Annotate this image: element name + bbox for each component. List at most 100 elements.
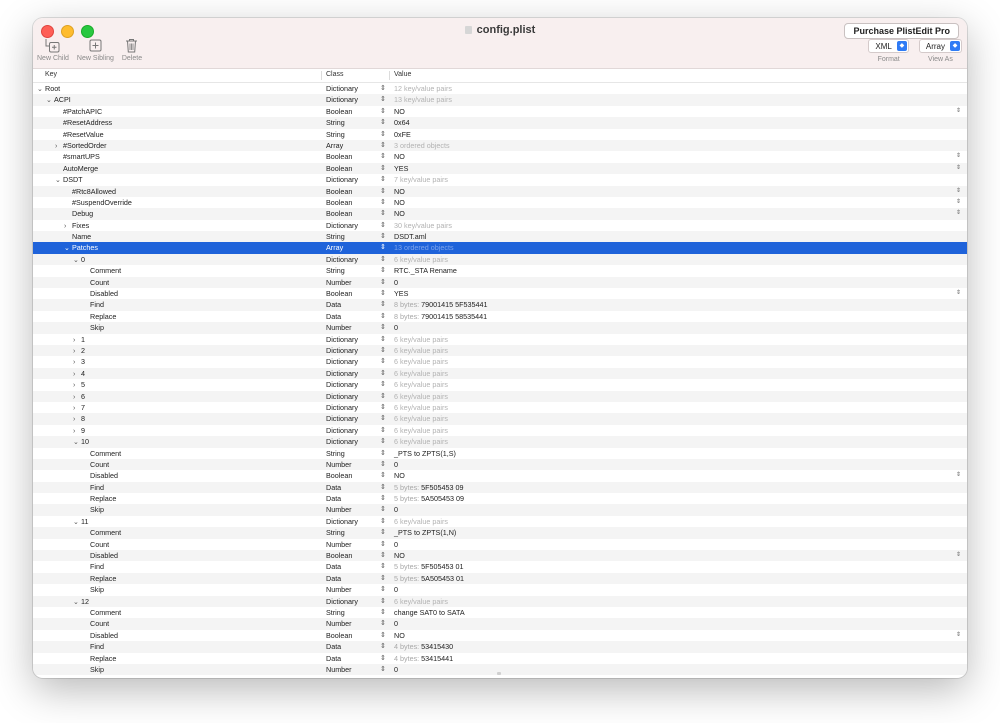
boolean-popup-icon[interactable]: ⇕ <box>956 288 961 299</box>
class-stepper-icon[interactable]: ⇕ <box>380 618 386 629</box>
row-key[interactable]: Disabled <box>82 470 118 481</box>
row-key[interactable]: Skip <box>82 504 104 515</box>
class-stepper-icon[interactable]: ⇕ <box>380 596 386 607</box>
outline-row[interactable]: #ResetAddress String ⇕ 0x64 <box>33 117 967 129</box>
class-stepper-icon[interactable]: ⇕ <box>380 322 386 333</box>
row-key[interactable]: Comment <box>82 448 121 459</box>
row-class[interactable]: Number <box>326 664 352 675</box>
class-stepper-icon[interactable]: ⇕ <box>380 413 386 424</box>
outline-row[interactable]: › 7 Dictionary ⇕ 6 key/value pairs <box>33 402 967 413</box>
boolean-popup-icon[interactable]: ⇕ <box>956 163 961 174</box>
row-key[interactable]: Skip <box>82 664 104 675</box>
row-class[interactable]: Dictionary <box>326 596 358 607</box>
outline-row[interactable]: Replace Data ⇕ 5 bytes: 5A505453 01 <box>33 572 967 585</box>
class-stepper-icon[interactable]: ⇕ <box>380 630 386 641</box>
boolean-popup-icon[interactable]: ⇕ <box>956 550 961 561</box>
outline-row[interactable]: Disabled Boolean ⇕ NO ⇕ <box>33 470 967 481</box>
outline-row[interactable]: ⌄ 0 Dictionary ⇕ 6 key/value pairs <box>33 253 967 266</box>
row-class[interactable]: Dictionary <box>326 402 358 413</box>
row-class[interactable]: String <box>326 117 345 128</box>
row-value[interactable]: 7 key/value pairs <box>394 174 448 185</box>
row-value[interactable]: 6 key/value pairs <box>394 356 448 367</box>
class-stepper-icon[interactable]: ⇕ <box>380 163 386 174</box>
row-class[interactable]: Boolean <box>326 288 352 299</box>
outline-row[interactable]: Count Number ⇕ 0 <box>33 458 967 471</box>
row-class[interactable]: String <box>326 231 345 242</box>
row-value[interactable]: RTC._STA Rename <box>394 265 457 276</box>
row-key[interactable]: Comment <box>82 527 121 538</box>
outline-row[interactable]: Name String ⇕ DSDT.aml <box>33 231 967 243</box>
class-stepper-icon[interactable]: ⇕ <box>380 653 386 664</box>
row-class[interactable]: Boolean <box>326 151 352 162</box>
row-key[interactable]: Name <box>64 231 91 242</box>
boolean-popup-icon[interactable]: ⇕ <box>956 186 961 197</box>
class-stepper-icon[interactable]: ⇕ <box>380 391 386 402</box>
row-value[interactable]: 8 bytes: 79001415 58535441 <box>394 311 487 322</box>
row-class[interactable]: Dictionary <box>326 425 358 436</box>
class-stepper-icon[interactable]: ⇕ <box>380 356 386 367</box>
class-stepper-icon[interactable]: ⇕ <box>380 106 386 117</box>
class-stepper-icon[interactable]: ⇕ <box>380 550 386 561</box>
row-value[interactable]: 3 ordered objects <box>394 140 450 151</box>
outline-row[interactable]: Skip Number ⇕ 0 <box>33 584 967 595</box>
row-class[interactable]: Number <box>326 539 352 550</box>
row-class[interactable]: Data <box>326 573 341 584</box>
outline-row[interactable]: Comment String ⇕ change SAT0 to SATA <box>33 607 967 618</box>
class-column-header[interactable]: Class <box>326 71 344 78</box>
purchase-button[interactable]: Purchase PlistEdit Pro <box>844 23 959 39</box>
row-value[interactable]: 0 <box>394 504 398 515</box>
row-value[interactable]: 5 bytes: 5A505453 01 <box>394 573 464 584</box>
class-stepper-icon[interactable]: ⇕ <box>380 402 386 413</box>
row-value[interactable]: 6 key/value pairs <box>394 413 448 424</box>
row-class[interactable]: Array <box>326 242 343 253</box>
outline-row[interactable]: ⌄ Root Dictionary ⇕ 12 key/value pairs <box>33 83 967 94</box>
class-stepper-icon[interactable]: ⇕ <box>380 140 386 151</box>
class-stepper-icon[interactable]: ⇕ <box>380 174 386 185</box>
outline-row[interactable]: › Fixes Dictionary ⇕ 30 key/value pairs <box>33 220 967 231</box>
row-key[interactable]: AutoMerge <box>55 163 98 174</box>
class-stepper-icon[interactable]: ⇕ <box>380 208 386 219</box>
row-class[interactable]: Dictionary <box>326 94 358 105</box>
row-class[interactable]: Boolean <box>326 630 352 641</box>
row-class[interactable]: Dictionary <box>326 345 358 356</box>
outline-row[interactable]: ⌄ 12 Dictionary ⇕ 6 key/value pairs <box>33 595 967 607</box>
row-class[interactable]: String <box>326 448 345 459</box>
row-class[interactable]: String <box>326 265 345 276</box>
outline-row[interactable]: ⌄ Patches Array ⇕ 13 ordered objects <box>33 242 967 254</box>
new-child-button[interactable]: New Child <box>37 36 69 62</box>
resize-handle[interactable] <box>497 672 501 675</box>
row-value[interactable]: 6 key/value pairs <box>394 391 448 402</box>
row-class[interactable]: Dictionary <box>326 516 358 527</box>
row-class[interactable]: Boolean <box>326 186 352 197</box>
row-value[interactable]: 6 key/value pairs <box>394 379 448 390</box>
row-value[interactable]: 0 <box>394 539 398 550</box>
row-key[interactable]: Count <box>82 459 109 470</box>
row-class[interactable]: Number <box>326 618 352 629</box>
row-key[interactable]: Comment <box>82 265 121 276</box>
outline-row[interactable]: › #SortedOrder Array ⇕ 3 ordered objects <box>33 139 967 152</box>
row-class[interactable]: Number <box>326 504 352 515</box>
class-stepper-icon[interactable]: ⇕ <box>380 482 386 493</box>
row-class[interactable]: Data <box>326 561 341 572</box>
row-value[interactable]: 0 <box>394 664 398 675</box>
row-value[interactable]: _PTS to ZPTS(1,N) <box>394 527 456 538</box>
row-value[interactable]: 5 bytes: 5F505453 09 <box>394 482 464 493</box>
boolean-popup-icon[interactable]: ⇕ <box>956 630 961 641</box>
row-value[interactable]: YES <box>394 163 408 174</box>
boolean-popup-icon[interactable]: ⇕ <box>956 151 961 162</box>
outline-row[interactable]: Comment String ⇕ RTC._STA Rename <box>33 265 967 276</box>
class-stepper-icon[interactable]: ⇕ <box>380 83 386 94</box>
outline-row[interactable]: Debug Boolean ⇕ NO ⇕ <box>33 208 967 220</box>
row-class[interactable]: String <box>326 607 345 618</box>
row-key[interactable]: Debug <box>64 208 93 219</box>
row-class[interactable]: Array <box>326 140 343 151</box>
outline-row[interactable]: Find Data ⇕ 8 bytes: 79001415 5F535441 <box>33 299 967 311</box>
row-value[interactable]: NO <box>394 208 405 219</box>
row-value[interactable]: 6 key/value pairs <box>394 402 448 413</box>
class-stepper-icon[interactable]: ⇕ <box>380 459 386 470</box>
row-value[interactable]: 6 key/value pairs <box>394 425 448 436</box>
boolean-popup-icon[interactable]: ⇕ <box>956 470 961 481</box>
row-value[interactable]: 5 bytes: 5A505453 09 <box>394 493 464 504</box>
row-class[interactable]: Boolean <box>326 163 352 174</box>
row-class[interactable]: Number <box>326 322 352 333</box>
